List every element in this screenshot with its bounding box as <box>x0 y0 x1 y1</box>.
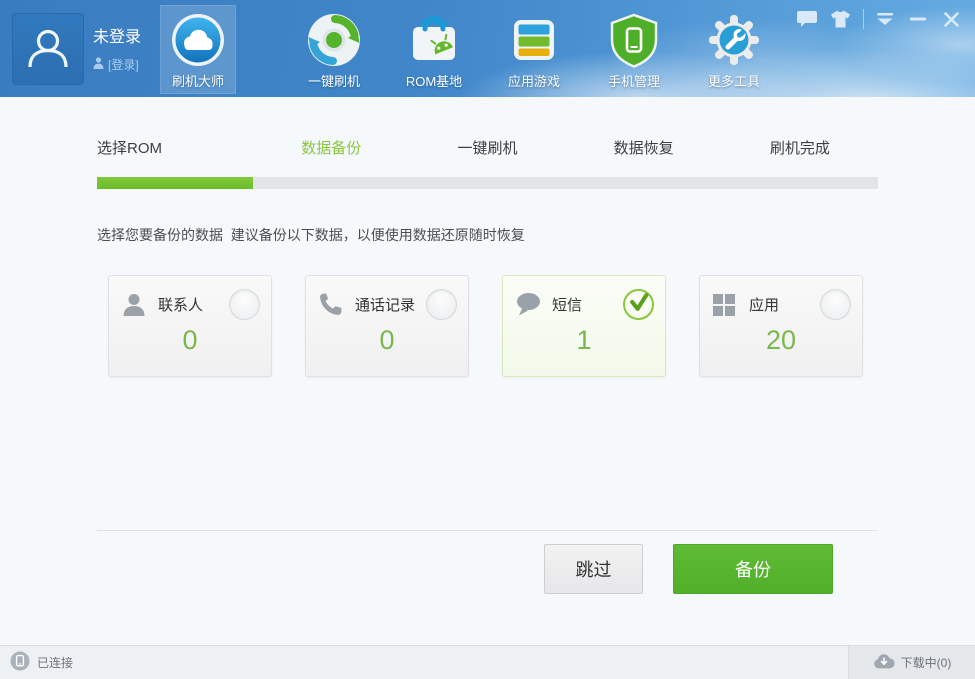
card-label: 应用 <box>749 294 820 315</box>
nav-label: 刷机大师 <box>172 71 224 90</box>
nav-item-rom-base[interactable]: ROM基地 <box>396 5 472 94</box>
feedback-icon[interactable] <box>795 7 819 31</box>
download-cloud-icon <box>873 653 895 672</box>
card-count: 1 <box>503 325 665 356</box>
backup-cards: 联系人 0 通话记录 0 短信 <box>108 275 975 377</box>
dropdown-arrow-icon[interactable] <box>873 7 897 31</box>
nav-label: 更多工具 <box>708 71 760 90</box>
card-count: 20 <box>700 325 862 356</box>
login-label: [登录] <box>108 56 139 73</box>
window-controls <box>786 7 963 31</box>
nav-label: 手机管理 <box>608 71 660 90</box>
connected-device-icon <box>10 651 30 674</box>
card-call-log[interactable]: 通话记录 0 <box>305 275 469 377</box>
backup-hint: 选择您要备份的数据 建议备份以下数据，以便使用数据还原随时恢复 <box>97 225 975 245</box>
card-top: 短信 <box>503 276 665 320</box>
connection-label: 已连接 <box>37 654 73 671</box>
apps-icon <box>712 292 740 318</box>
login-link[interactable]: [登录] <box>93 56 141 73</box>
skin-icon[interactable] <box>828 7 852 31</box>
minimize-icon[interactable] <box>906 7 930 31</box>
footer-divider <box>97 530 878 531</box>
card-label: 联系人 <box>158 294 229 315</box>
nav-label: 一键刷机 <box>308 71 360 90</box>
card-count: 0 <box>109 325 271 356</box>
refresh-icon <box>306 12 362 68</box>
window-controls-divider <box>863 9 864 29</box>
more-tools-icon <box>706 12 762 68</box>
call-log-radio[interactable] <box>426 289 457 320</box>
step-data-restore: 数据恢复 <box>566 137 722 158</box>
phone-manager-icon <box>606 12 662 68</box>
user-info: 未登录 [登录] <box>93 13 141 85</box>
sms-icon <box>515 292 543 318</box>
card-top: 通话记录 <box>306 276 468 320</box>
contacts-radio[interactable] <box>229 289 260 320</box>
card-sms[interactable]: 短信 1 <box>502 275 666 377</box>
progress-fill <box>97 177 253 189</box>
download-label: 下载中(0) <box>901 654 952 671</box>
app-window: 未登录 [登录] <box>0 0 975 679</box>
skip-button[interactable]: 跳过 <box>544 544 643 594</box>
step-indicator: 选择ROM 数据备份 一键刷机 数据恢复 刷机完成 <box>97 97 878 158</box>
user-name: 未登录 <box>93 23 141 47</box>
nav-item-phone-manager[interactable]: 手机管理 <box>596 5 672 94</box>
check-icon <box>628 292 650 317</box>
card-label: 短信 <box>552 294 623 315</box>
cloud-icon <box>170 12 226 68</box>
download-status[interactable]: 下载中(0) <box>848 646 975 679</box>
footer-buttons: 跳过 备份 <box>0 544 833 594</box>
close-icon[interactable] <box>939 7 963 31</box>
rom-store-icon <box>406 12 462 68</box>
connection-status: 已连接 <box>0 646 848 679</box>
nav-item-flash-master[interactable]: 刷机大师 <box>160 5 236 94</box>
card-apps[interactable]: 应用 20 <box>699 275 863 377</box>
user-area: 未登录 [登录] <box>12 13 141 85</box>
apps-games-icon <box>506 12 562 68</box>
card-count: 0 <box>306 325 468 356</box>
nav-item-apps-games[interactable]: 应用游戏 <box>496 5 572 94</box>
nav-item-more-tools[interactable]: 更多工具 <box>696 5 772 94</box>
card-top: 应用 <box>700 276 862 320</box>
avatar[interactable] <box>12 13 84 85</box>
login-person-icon <box>93 57 104 72</box>
step-select-rom: 选择ROM <box>97 137 253 158</box>
nav-label: ROM基地 <box>406 71 462 90</box>
status-bar: 已连接 下载中(0) <box>0 645 975 679</box>
card-label: 通话记录 <box>355 294 426 315</box>
card-contacts[interactable]: 联系人 0 <box>108 275 272 377</box>
card-top: 联系人 <box>109 276 271 320</box>
step-flash-complete: 刷机完成 <box>722 137 878 158</box>
main-nav: 刷机大师 一键刷机 <box>160 5 796 94</box>
apps-radio[interactable] <box>820 289 851 320</box>
step-data-backup: 数据备份 <box>253 137 409 158</box>
contact-icon <box>121 292 149 318</box>
backup-button[interactable]: 备份 <box>673 544 833 594</box>
nav-label: 应用游戏 <box>508 71 560 90</box>
step-one-key-flash: 一键刷机 <box>409 137 565 158</box>
call-log-icon <box>318 292 346 318</box>
nav-item-one-key-flash[interactable]: 一键刷机 <box>296 5 372 94</box>
header: 未登录 [登录] <box>0 0 975 97</box>
sms-radio[interactable] <box>623 289 654 320</box>
progress-bar <box>97 177 878 189</box>
user-avatar-icon <box>22 21 74 78</box>
